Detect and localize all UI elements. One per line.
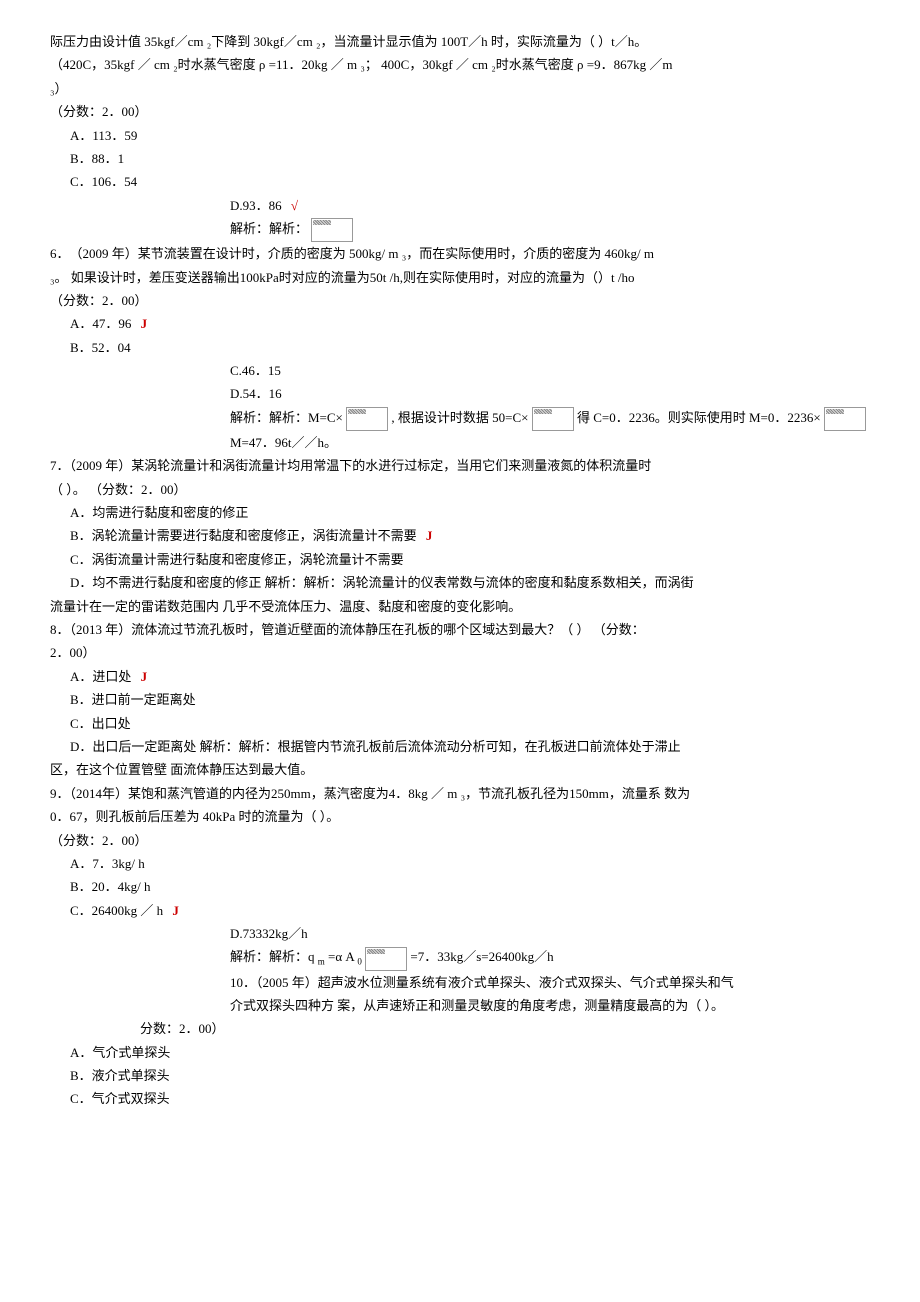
formula-image-icon [311,218,353,242]
q9-analysis-row: 解析：解析：q m =α A 0 =7．33kg／s=26400kg／h [50,945,870,970]
q9-option-c: C．26400kg ／ h [70,903,163,918]
q9-stem-l2: 0．67，则孔板前后压差为 40kPa 时的流量为（ ）。 [50,805,870,828]
q9-score: （分数：2．00） [50,829,870,852]
q8-option-a: A．进口处 [70,669,131,684]
q8-option-d-l2: 区，在这个位置管壁 面流体静压达到最大值。 [50,758,870,781]
q5-option-d-row: D.93．86 √ [50,194,870,217]
q6-ana-text-a: 解析：解析：M=C× [230,410,343,425]
check-icon: J [426,528,433,543]
q8-option-c: C．出口处 [50,712,870,735]
q10-stem-l2: 介式双探头四种方 案，从声速矫正和测量灵敏度的角度考虑，测量精度最高的为（ ）。 [50,994,870,1017]
q6-option-b: B．52．04 [50,336,870,359]
q5-stem-cont1: 际压力由设计值 35kgf／cm ₂下降到 30kgf／cm ₂，当流量计显示值… [50,30,870,53]
q8-option-a-row: A．进口处 J [50,665,870,688]
q8-stem-l2: 2．00） [50,641,870,664]
q5-analysis-row: 解析：解析： [50,217,870,242]
q7-option-a: A．均需进行黏度和密度的修正 [50,501,870,524]
q10-stem-l1: 10．（2005 年）超声波水位测量系统有液介式单探头、液介式双探头、气介式单探… [50,971,870,994]
q6-ana-text-c: 得 C=0．2236。则实际使用时 M=0．2236× [577,410,821,425]
q6-analysis-l1: 解析：解析：M=C× , 根据设计时数据 50=C× 得 C=0．2236。则实… [50,406,870,431]
q6-ana-text-b: , 根据设计时数据 50=C× [391,410,528,425]
q9-ana-c: =7．33kg／s=26400kg／h [410,949,553,964]
q6-analysis-l2: M=47．96t／／h。 [50,431,870,454]
q7-option-d-l1: D．均不需进行黏度和密度的修正 解析：解析：涡轮流量计的仪表常数与流体的密度和黏… [50,571,870,594]
q7-option-c: C．涡街流量计需进行黏度和密度修正，涡轮流量计不需要 [50,548,870,571]
q5-score: （分数：2．00） [50,100,870,123]
q10-option-b: B．液介式单探头 [50,1064,870,1087]
formula-image-icon [532,407,574,431]
q9-ana-a: 解析：解析：q [230,949,318,964]
q8-option-d-l1: D．出口后一定距离处 解析：解析：根据管内节流孔板前后流体流动分析可知，在孔板进… [50,735,870,758]
q10-score: 分数：2．00） [50,1017,870,1040]
q6-option-a: A．47．96 [70,316,131,331]
q6-option-a-row: A．47．96 J [50,312,870,335]
check-icon: √ [291,198,298,213]
q5-option-c: C．106．54 [50,170,870,193]
q5-option-a: A．113．59 [50,124,870,147]
q9-option-d: D.73332kg／h [50,922,870,945]
q10-option-a: A．气介式单探头 [50,1041,870,1064]
q5-option-d: D.93．86 [230,198,282,213]
q5-analysis-label: 解析：解析： [230,221,308,236]
q7-option-b: B．涡轮流量计需要进行黏度和密度修正，涡街流量计不需要 [70,528,417,543]
formula-image-icon [346,407,388,431]
q9-option-a: A．7．3kg/ h [50,852,870,875]
q7-stem-l2: （ ）。 （分数：2．00） [50,478,870,501]
q8-stem-l1: 8．（2013 年）流体流过节流孔板时，管道近壁面的流体静压在孔板的哪个区域达到… [50,618,870,641]
q6-stem-l1: 6． （2009 年）某节流装置在设计时，介质的密度为 500kg/ m ₃，而… [50,242,870,265]
q9-option-c-row: C．26400kg ／ h J [50,899,870,922]
check-icon: J [172,903,179,918]
check-icon: J [141,316,148,331]
q6-stem-l2: ₃。 如果设计时，差压变送器输出100kPa时对应的流量为50t /h,则在实际… [50,266,870,289]
q9-ana-b: =α A [325,949,358,964]
q5-stem-cont2: （420C，35kgf ／ cm ₂时水蒸气密度 ρ =11．20kg ／ m … [50,53,870,76]
q5-option-b: B．88．1 [50,147,870,170]
q7-option-b-row: B．涡轮流量计需要进行黏度和密度修正，涡街流量计不需要 J [50,524,870,547]
q9-stem-l1: 9．（2014年）某饱和蒸汽管道的内径为250mm，蒸汽密度为4．8kg ／ m… [50,782,870,805]
q9-option-b: B．20．4kg/ h [50,875,870,898]
q8-option-b: B．进口前一定距离处 [50,688,870,711]
q6-option-c: C.46．15 [50,359,870,382]
q7-option-d-l2: 流量计在一定的雷诺数范围内 几乎不受流体压力、温度、黏度和密度的变化影响。 [50,595,870,618]
formula-image-icon [365,947,407,971]
q10-option-c: C．气介式双探头 [50,1087,870,1110]
q6-score: （分数：2．00） [50,289,870,312]
formula-image-icon [824,407,866,431]
q5-stem-cont3: ₃） [50,77,870,100]
q6-option-d: D.54．16 [50,382,870,405]
subscript-m: m [318,957,325,967]
q7-stem-l1: 7．（2009 年）某涡轮流量计和涡街流量计均用常温下的水进行过标定，当用它们来… [50,454,870,477]
check-icon: J [141,669,148,684]
subscript-0: 0 [357,957,362,967]
